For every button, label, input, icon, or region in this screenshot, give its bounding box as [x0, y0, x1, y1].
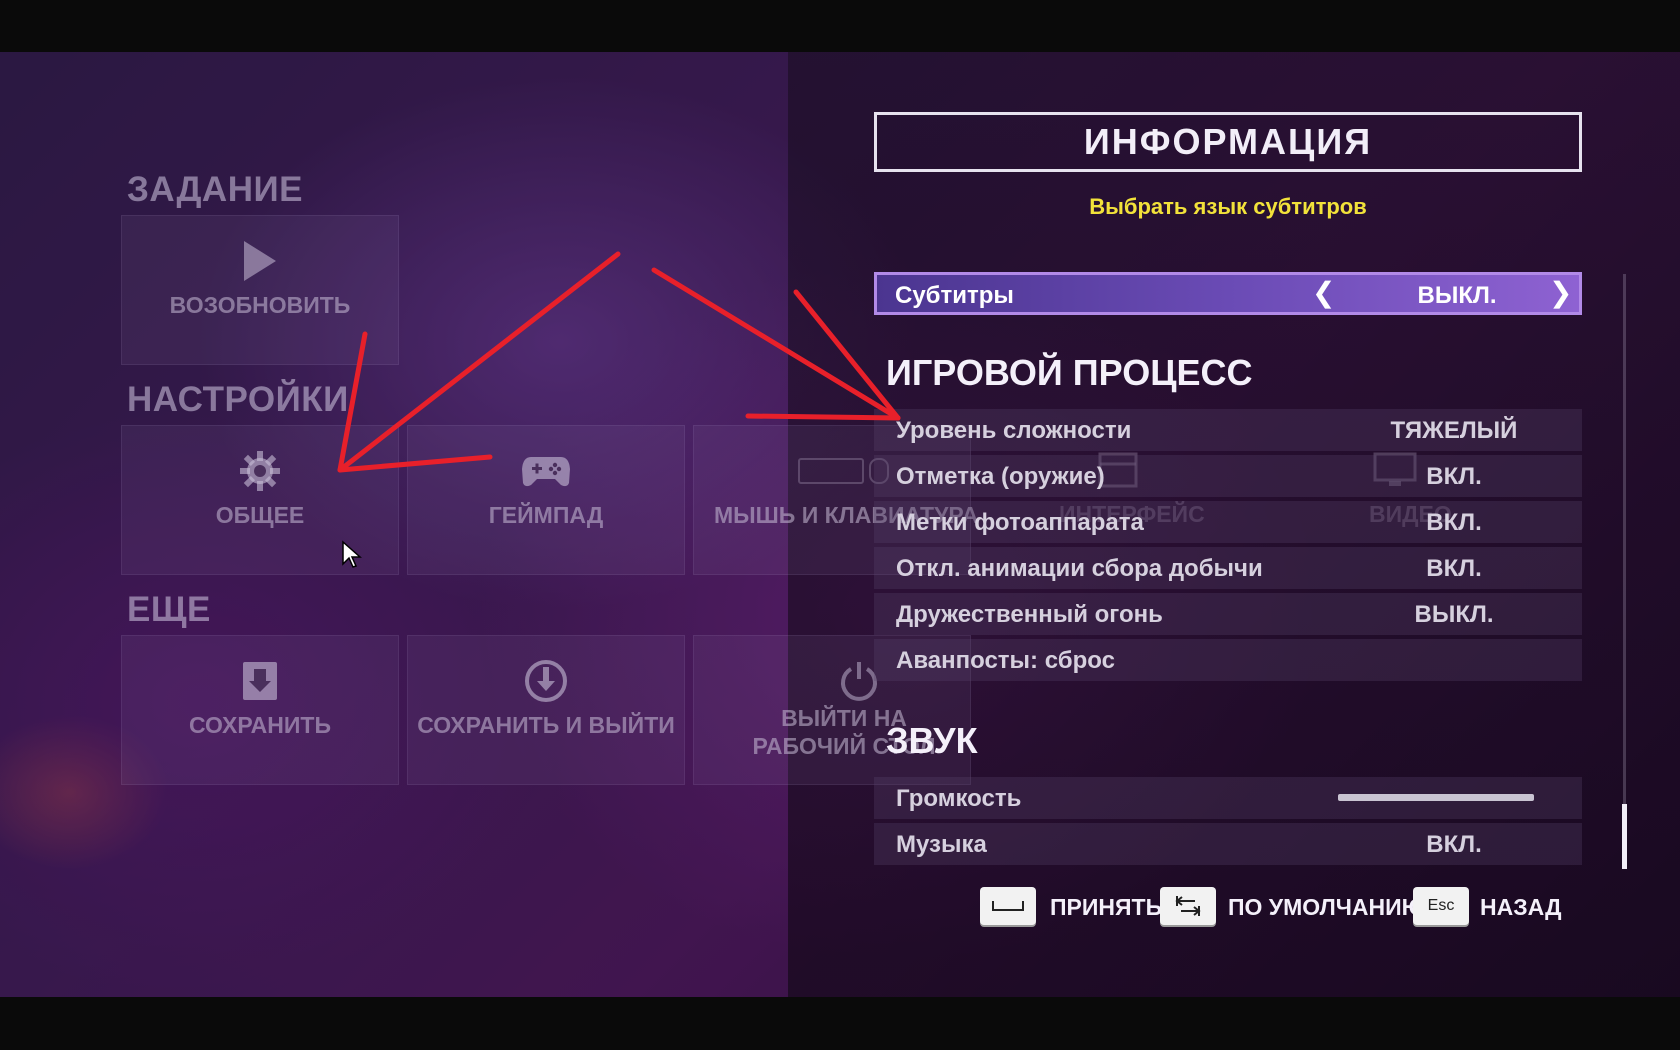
save-exit-icon: [408, 658, 684, 704]
chevron-right-icon[interactable]: ❯: [1549, 278, 1572, 308]
resume-button[interactable]: ВОЗОБНОВИТЬ: [121, 215, 399, 365]
save-and-exit-label: СОХРАНИТЬ И ВЫЙТИ: [417, 712, 675, 738]
gamepad-icon: [408, 448, 684, 494]
option-value: ВКЛ.: [1426, 463, 1482, 490]
save-button[interactable]: СОХРАНИТЬ: [121, 635, 399, 785]
section-title-more: ЕЩЕ: [127, 590, 211, 629]
tab-key-icon[interactable]: [1160, 887, 1216, 925]
volume-slider[interactable]: [1338, 794, 1534, 801]
outposts-reset-row[interactable]: Аванпосты: сброс: [874, 639, 1582, 681]
resume-label: ВОЗОБНОВИТЬ: [169, 292, 351, 318]
general-settings-button[interactable]: ОБЩЕЕ: [121, 425, 399, 575]
accept-label[interactable]: ПРИНЯТЬ: [1050, 894, 1162, 921]
back-label[interactable]: НАЗАД: [1480, 894, 1561, 921]
option-value: ВЫКЛ.: [1414, 601, 1494, 628]
save-icon: [122, 658, 398, 704]
subtitles-label: Субтитры: [895, 282, 1014, 309]
gameplay-section-title: ИГРОВОЙ ПРОЦЕСС: [886, 352, 1253, 393]
sound-section-title: ЗВУК: [886, 720, 978, 761]
option-label: Музыка: [896, 831, 987, 858]
general-label: ОБЩЕЕ: [215, 502, 305, 528]
option-label: Метки фотоаппарата: [896, 509, 1144, 536]
scrollbar-thumb[interactable]: [1622, 804, 1627, 869]
gamepad-settings-button[interactable]: ГЕЙМПАД: [407, 425, 685, 575]
option-label: Дружественный огонь: [896, 601, 1163, 628]
option-value: ВКЛ.: [1426, 509, 1482, 536]
scrollbar-track[interactable]: [1623, 274, 1626, 869]
subtitles-value: ВЫКЛ.: [1417, 282, 1497, 309]
save-and-exit-button[interactable]: СОХРАНИТЬ И ВЫЙТИ: [407, 635, 685, 785]
option-label: Уровень сложности: [896, 417, 1132, 444]
gamepad-label: ГЕЙМПАД: [488, 502, 604, 528]
option-value: ВКЛ.: [1426, 831, 1482, 858]
option-label: Аванпосты: сброс: [896, 647, 1115, 674]
esc-key-label: Esc: [1427, 897, 1455, 914]
section-title-settings: НАСТРОЙКИ: [127, 380, 349, 419]
default-label[interactable]: ПО УМОЛЧАНИЮ: [1228, 894, 1425, 921]
volume-row[interactable]: Громкость: [874, 777, 1582, 819]
esc-key-icon[interactable]: Esc: [1413, 887, 1469, 925]
play-icon: [122, 238, 398, 284]
loot-animation-row[interactable]: Откл. анимации сбора добычи ВКЛ.: [874, 547, 1582, 589]
option-label: Откл. анимации сбора добычи: [896, 555, 1263, 582]
friendly-fire-row[interactable]: Дружественный огонь ВЫКЛ.: [874, 593, 1582, 635]
subtitles-option-row[interactable]: Субтитры ❮ ВЫКЛ. ❯: [874, 272, 1582, 315]
weapon-marker-row[interactable]: Отметка (оружие) ВКЛ.: [874, 455, 1582, 497]
option-label: Отметка (оружие): [896, 463, 1105, 490]
space-key-icon[interactable]: [980, 887, 1036, 925]
save-label: СОХРАНИТЬ: [188, 712, 332, 738]
section-title-mission: ЗАДАНИЕ: [127, 170, 303, 209]
info-header: ИНФОРМАЦИЯ: [874, 112, 1582, 172]
gear-icon: [122, 448, 398, 494]
option-label: Громкость: [896, 785, 1022, 812]
difficulty-row[interactable]: Уровень сложности ТЯЖЕЛЫЙ: [874, 409, 1582, 451]
camera-tags-row[interactable]: Метки фотоаппарата ВКЛ.: [874, 501, 1582, 543]
info-hint: Выбрать язык субтитров: [1089, 194, 1367, 219]
option-value: ВКЛ.: [1426, 555, 1482, 582]
chevron-left-icon[interactable]: ❮: [1312, 278, 1335, 308]
info-title: ИНФОРМАЦИЯ: [1083, 121, 1373, 162]
music-row[interactable]: Музыка ВКЛ.: [874, 823, 1582, 865]
option-value: ТЯЖЕЛЫЙ: [1390, 417, 1518, 444]
game-pause-screen: ЗАДАНИЕ ВОЗОБНОВИТЬ НАСТРОЙКИ ОБЩЕЕ ГЕЙМ…: [0, 52, 1680, 997]
